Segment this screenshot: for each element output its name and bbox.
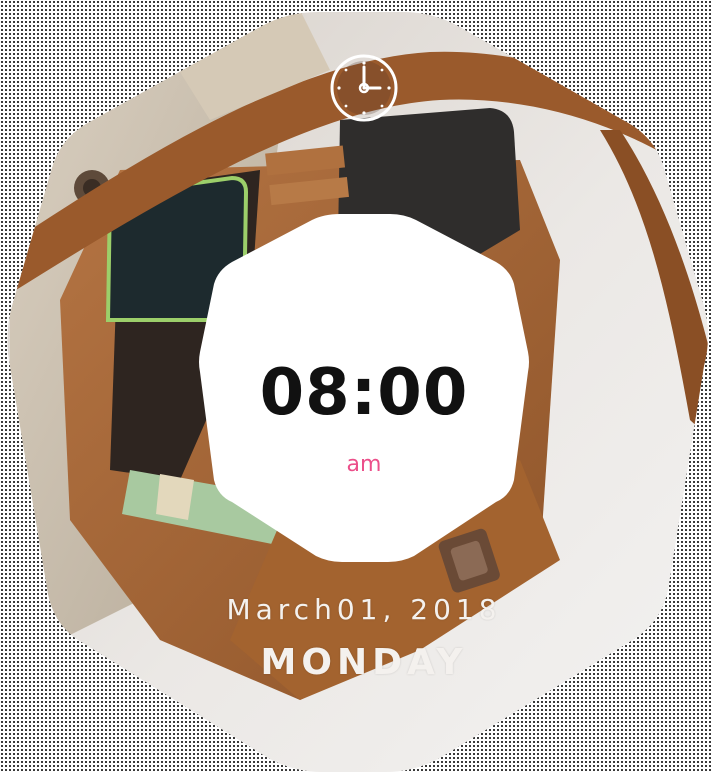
time-display: 08:00 [259, 356, 469, 430]
weekday-label: MONDAY [260, 642, 468, 683]
clock-widget: 08:00 am March01, 2018 MONDAY [0, 0, 712, 772]
am-pm-label: am [346, 452, 382, 477]
clock-icon [330, 54, 398, 122]
date-label: March01, 2018 [226, 593, 502, 626]
